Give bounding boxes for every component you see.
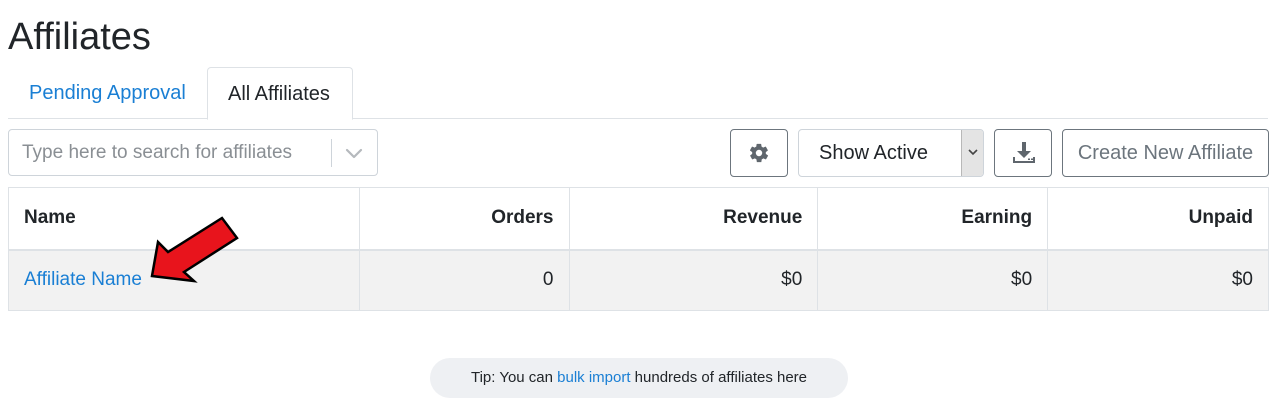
tip-prefix: Tip: You can [470,369,558,386]
bulk-import-link[interactable]: bulk import [557,369,630,386]
column-header-revenue[interactable]: Revenue [568,187,819,251]
status-filter-select[interactable]: Show Active [798,129,984,177]
tip-suffix: hundreds of affiliates here [630,369,808,386]
search-divider [331,139,332,167]
create-affiliate-button[interactable]: Create New Affiliate [1062,129,1269,177]
column-header-earning[interactable]: Earning [817,187,1049,251]
search-input[interactable] [9,130,331,175]
download-button[interactable] [994,129,1052,177]
cell-revenue: $0 [568,249,819,311]
annotation-arrow-icon [150,216,239,283]
chevron-down-icon[interactable] [342,142,366,164]
affiliate-name-link[interactable]: Affiliate Name [24,269,142,290]
tab-pending-approval[interactable]: Pending Approval [8,67,207,119]
tab-bar: Pending Approval All Affiliates [8,67,1268,120]
cell-unpaid: $0 [1047,249,1269,311]
tab-all-affiliates[interactable]: All Affiliates [207,67,353,120]
search-combobox[interactable] [8,129,378,176]
page-title: Affiliates [8,16,151,58]
select-arrow-icon[interactable] [961,130,983,176]
column-header-unpaid[interactable]: Unpaid [1047,187,1269,251]
column-header-orders[interactable]: Orders [358,187,570,251]
cell-earning: $0 [817,249,1049,311]
settings-button[interactable] [730,129,788,177]
status-filter-value: Show Active [819,142,928,164]
cell-orders: 0 [358,249,570,311]
tip-banner: Tip: You can bulk import hundreds of aff… [430,358,848,398]
